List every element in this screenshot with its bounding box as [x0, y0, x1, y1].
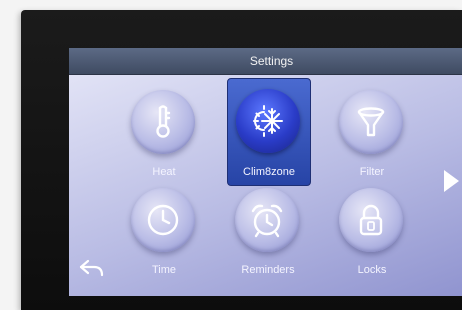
menu-item-label: Locks: [357, 264, 387, 276]
filter-funnel-icon: [357, 107, 385, 137]
menu-item-label: Reminders: [241, 264, 295, 276]
alarm-clock-icon: [251, 204, 283, 238]
menu-item-filter[interactable]: Filter: [331, 90, 413, 186]
menu-item-label: Filter: [359, 166, 385, 178]
menu-item-time[interactable]: Time: [123, 188, 205, 284]
clock-icon: [147, 204, 179, 236]
heat-button-circle: [131, 90, 195, 154]
clim8zone-button-circle: [236, 89, 300, 153]
menu-item-locks[interactable]: Locks: [331, 188, 413, 284]
menu-item-reminders[interactable]: Reminders: [227, 188, 309, 284]
snowflake-sun-icon: [253, 105, 283, 137]
device-bezel: Settings Heat Clim8zone Filter Time Remi…: [21, 10, 462, 310]
thermometer-icon: [156, 105, 171, 138]
menu-item-clim8zone[interactable]: Clim8zone: [227, 78, 311, 186]
back-arrow-icon: [79, 259, 104, 277]
back-button[interactable]: [79, 258, 105, 283]
page-title: Settings: [69, 48, 462, 75]
settings-screen: Settings Heat Clim8zone Filter Time Remi…: [69, 48, 462, 296]
locks-button-circle: [339, 188, 403, 252]
filter-button-circle: [339, 90, 403, 154]
time-button-circle: [131, 188, 195, 252]
play-arrow-icon[interactable]: [444, 170, 459, 192]
menu-item-heat[interactable]: Heat: [123, 90, 205, 186]
menu-item-label: Time: [151, 264, 177, 276]
padlock-icon: [359, 204, 383, 236]
reminders-button-circle: [235, 188, 299, 252]
menu-item-label: Clim8zone: [243, 166, 295, 178]
menu-item-label: Heat: [152, 166, 176, 178]
